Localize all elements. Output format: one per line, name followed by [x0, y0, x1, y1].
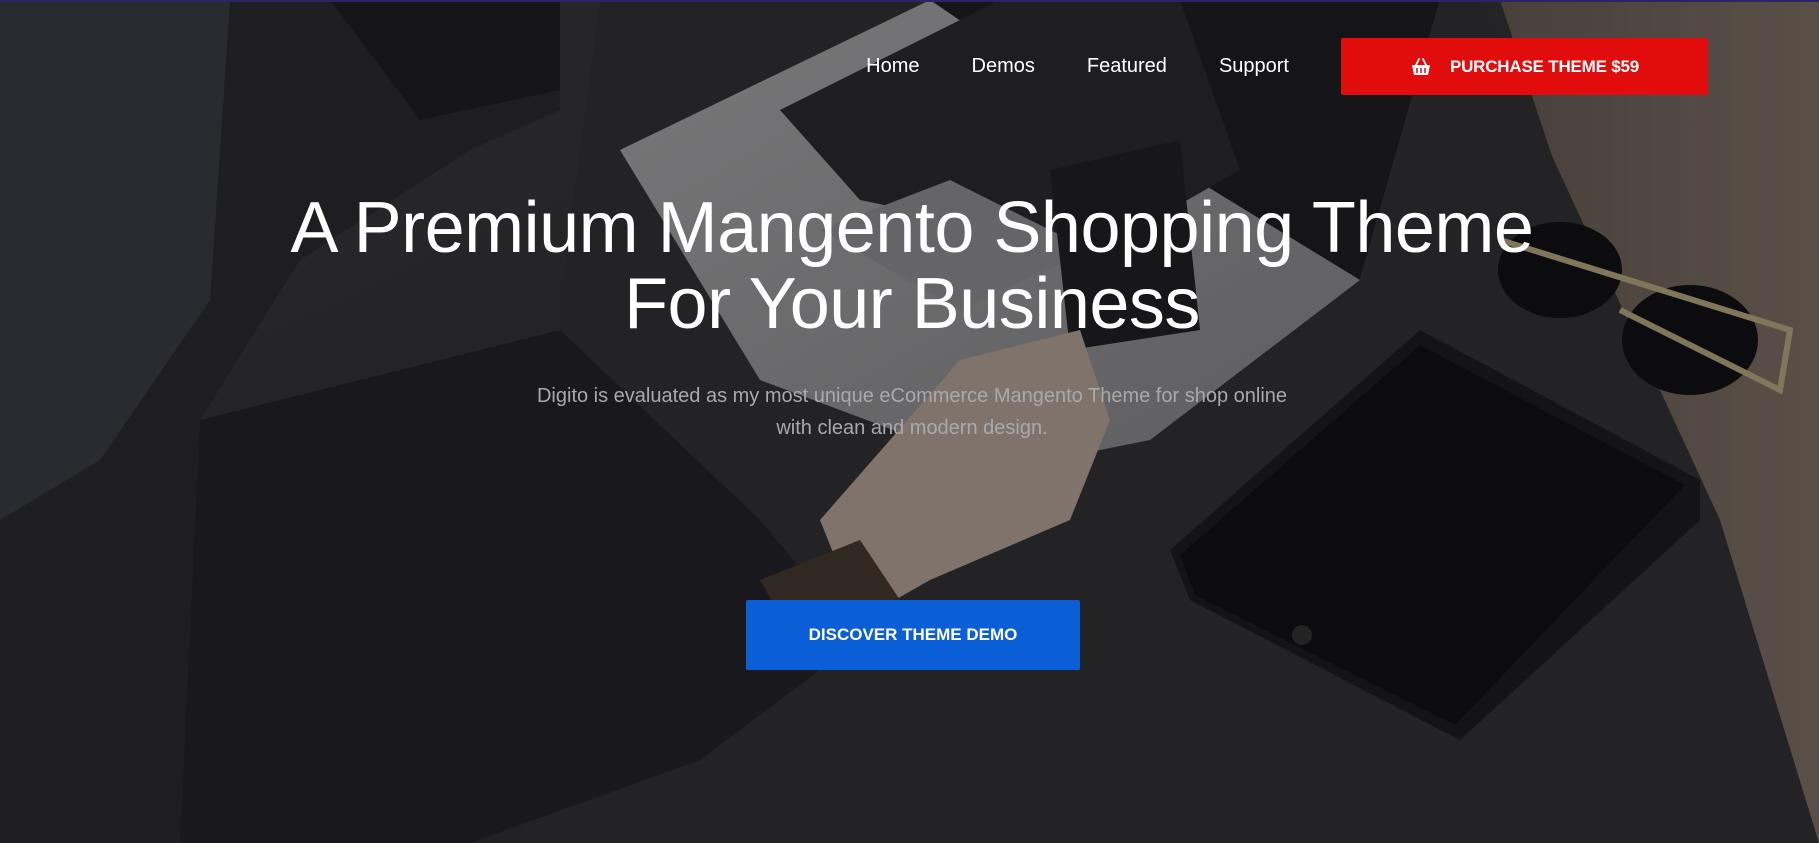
hero-headline-line-2: For Your Business	[624, 264, 1200, 344]
hero-headline: A Premium Mangento Shopping Theme For Yo…	[0, 190, 1819, 342]
discover-button-label: DISCOVER THEME DEMO	[808, 625, 1018, 644]
nav-link-featured[interactable]: Featured	[1087, 38, 1167, 95]
nav-link-support[interactable]: Support	[1219, 38, 1289, 95]
hero-subtitle-line-2: with clean and modern design.	[776, 417, 1048, 439]
purchase-button-label: PURCHASE THEME $59	[1449, 56, 1640, 76]
top-accent-bar	[0, 0, 1819, 2]
main-nav: Home Demos Featured Support PURCHASE THE…	[866, 38, 1708, 95]
purchase-theme-button[interactable]: PURCHASE THEME $59	[1341, 38, 1708, 95]
nav-link-home[interactable]: Home	[866, 38, 919, 95]
nav-link-demos[interactable]: Demos	[972, 38, 1035, 95]
discover-theme-demo-button[interactable]: DISCOVER THEME DEMO	[746, 600, 1080, 670]
basket-icon	[1410, 56, 1432, 78]
hero-subtitle-line-1: Digito is evaluated as my most unique eC…	[536, 385, 1288, 407]
hero-section: Home Demos Featured Support PURCHASE THE…	[0, 0, 1819, 843]
hero-subtitle: Digito is evaluated as my most unique eC…	[0, 380, 1819, 444]
hero-headline-line-1: A Premium Mangento Shopping Theme	[290, 188, 1534, 268]
